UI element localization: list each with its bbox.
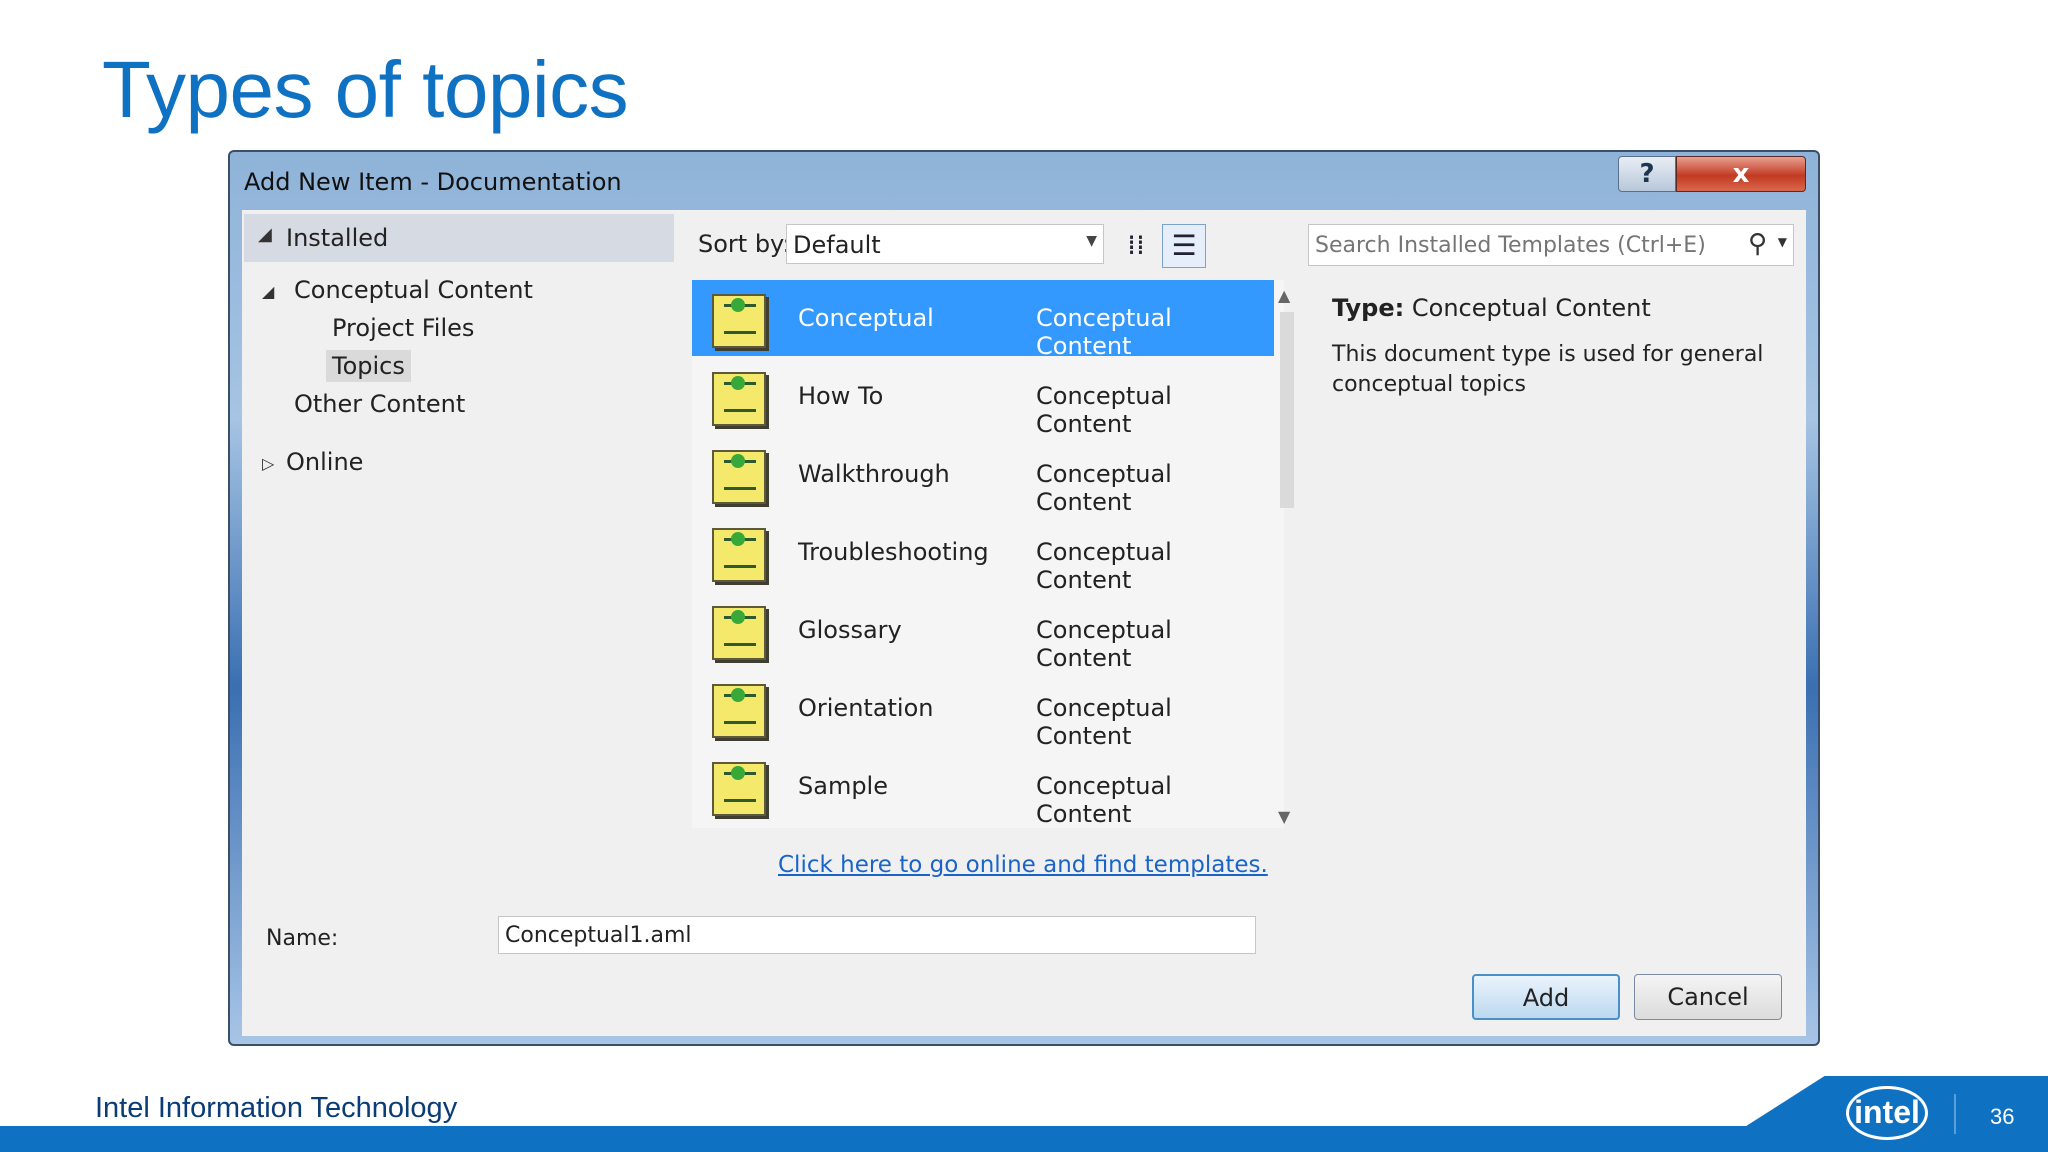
collapse-arrow-icon[interactable]: ◢ bbox=[258, 224, 272, 245]
add-button[interactable]: Add bbox=[1472, 974, 1620, 1020]
footer-bar bbox=[0, 1126, 2048, 1152]
cancel-button[interactable]: Cancel bbox=[1634, 974, 1782, 1020]
search-icon[interactable]: ⚲ bbox=[1748, 229, 1767, 259]
chevron-down-icon[interactable]: ▼ bbox=[1778, 235, 1787, 249]
template-name: Conceptual bbox=[798, 304, 934, 332]
tree-item-online[interactable]: Online bbox=[286, 448, 363, 476]
document-template-icon bbox=[712, 294, 766, 348]
collapse-arrow-icon[interactable]: ◢ bbox=[262, 282, 274, 301]
slide-title: Types of topics bbox=[102, 45, 629, 134]
details-view-icon[interactable]: ☰ bbox=[1162, 224, 1206, 268]
type-info: Type: Conceptual Content bbox=[1332, 294, 1651, 322]
name-label: Name: bbox=[266, 926, 339, 951]
help-button[interactable]: ? bbox=[1618, 156, 1676, 192]
dialog-titlebar[interactable]: Add New Item - Documentation ? x bbox=[230, 152, 1818, 210]
type-label: Type: bbox=[1332, 294, 1405, 322]
search-input[interactable] bbox=[1315, 231, 1715, 259]
add-new-item-dialog: Add New Item - Documentation ? x ◢ Insta… bbox=[228, 150, 1820, 1046]
search-templates-box[interactable]: ⚲ ▼ bbox=[1308, 224, 1794, 266]
document-template-icon bbox=[712, 684, 766, 738]
intel-logo: intel bbox=[1846, 1086, 1928, 1140]
document-template-icon bbox=[712, 450, 766, 504]
close-button[interactable]: x bbox=[1676, 156, 1806, 192]
template-category: Conceptual Content bbox=[1036, 460, 1172, 516]
document-template-icon bbox=[712, 762, 766, 816]
tree-item-project-files[interactable]: Project Files bbox=[332, 314, 474, 342]
scroll-down-icon[interactable]: ▼ bbox=[1278, 807, 1290, 826]
template-list-scrollbar[interactable]: ▲ ▼ bbox=[1276, 286, 1296, 826]
template-row-sample[interactable]: Sample Conceptual Content bbox=[692, 748, 1274, 828]
footer-text: Intel Information Technology bbox=[95, 1092, 458, 1124]
template-name: Sample bbox=[798, 772, 888, 800]
template-row-glossary[interactable]: Glossary Conceptual Content bbox=[692, 592, 1274, 672]
scroll-up-icon[interactable]: ▲ bbox=[1278, 286, 1290, 305]
template-description: This document type is used for general c… bbox=[1332, 342, 1764, 397]
template-row-conceptual[interactable]: Conceptual Conceptual Content bbox=[692, 280, 1274, 360]
tree-item-other-content[interactable]: Other Content bbox=[294, 390, 465, 418]
template-name: Troubleshooting bbox=[798, 538, 989, 566]
template-name: Orientation bbox=[798, 694, 934, 722]
sort-value: Default bbox=[793, 231, 881, 259]
template-name: Walkthrough bbox=[798, 460, 950, 488]
page-number: 36 bbox=[1990, 1104, 2015, 1129]
find-templates-online-link[interactable]: Click here to go online and find templat… bbox=[778, 852, 1268, 878]
document-template-icon bbox=[712, 528, 766, 582]
template-row-walkthrough[interactable]: Walkthrough Conceptual Content bbox=[692, 436, 1274, 516]
template-list: Conceptual Conceptual Content How To Con… bbox=[692, 280, 1284, 828]
tree-item-installed[interactable]: ◢ Installed bbox=[244, 214, 674, 262]
template-category: Conceptual Content bbox=[1036, 772, 1172, 828]
scrollbar-thumb[interactable] bbox=[1280, 312, 1294, 508]
tree-item-topics[interactable]: Topics bbox=[326, 350, 411, 382]
sort-dropdown[interactable]: Default ▼ bbox=[786, 224, 1104, 264]
template-category: Conceptual Content bbox=[1036, 382, 1172, 438]
template-row-orientation[interactable]: Orientation Conceptual Content bbox=[692, 670, 1274, 750]
footer-divider bbox=[1954, 1094, 1956, 1134]
template-row-troubleshooting[interactable]: Troubleshooting Conceptual Content bbox=[692, 514, 1274, 594]
dialog-title: Add New Item - Documentation bbox=[244, 168, 622, 196]
tree-item-conceptual-content[interactable]: Conceptual Content bbox=[294, 276, 533, 304]
category-tree: ◢ Installed ◢ Conceptual Content Project… bbox=[242, 210, 674, 900]
expand-arrow-icon[interactable]: ▷ bbox=[262, 454, 274, 473]
chevron-down-icon: ▼ bbox=[1086, 233, 1097, 249]
template-name: How To bbox=[798, 382, 884, 410]
template-category: Conceptual Content bbox=[1036, 616, 1172, 672]
sort-label: Sort by: bbox=[698, 230, 791, 258]
dialog-body: ◢ Installed ◢ Conceptual Content Project… bbox=[242, 210, 1806, 1036]
template-row-how-to[interactable]: How To Conceptual Content bbox=[692, 358, 1274, 438]
name-field[interactable] bbox=[498, 916, 1256, 954]
template-category: Conceptual Content bbox=[1036, 538, 1172, 594]
small-icons-view-icon[interactable]: ⁞⁞ bbox=[1114, 224, 1158, 268]
document-template-icon bbox=[712, 606, 766, 660]
template-category: Conceptual Content bbox=[1036, 694, 1172, 750]
template-name: Glossary bbox=[798, 616, 902, 644]
template-category: Conceptual Content bbox=[1036, 304, 1172, 360]
type-value: Conceptual Content bbox=[1411, 294, 1651, 322]
tree-header-label: Installed bbox=[286, 224, 389, 252]
document-template-icon bbox=[712, 372, 766, 426]
